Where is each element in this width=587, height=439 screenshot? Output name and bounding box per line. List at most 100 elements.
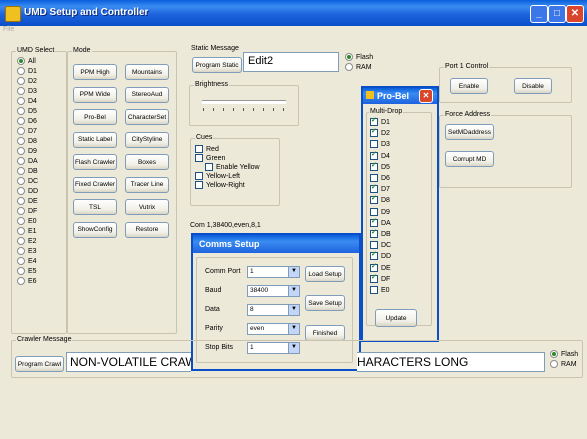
- mode-button-characterset[interactable]: CharacterSet: [125, 109, 169, 125]
- mode-button-pro-bel[interactable]: Pro-Bel: [73, 109, 117, 125]
- umd-radio-all[interactable]: All: [17, 57, 36, 67]
- update-button[interactable]: Update: [375, 309, 417, 327]
- umd-radio-d1[interactable]: D1: [17, 67, 37, 77]
- umd-radio-e6[interactable]: E6: [17, 277, 37, 287]
- probel-d7-checkbox[interactable]: D7: [370, 183, 390, 194]
- corrupt-md-button[interactable]: Corrupt MD: [445, 151, 494, 167]
- umd-radio-e5[interactable]: E5: [17, 267, 37, 277]
- umd-radio-d7[interactable]: D7: [17, 127, 37, 137]
- cue-yellow-left-checkbox[interactable]: Yellow-Left: [195, 172, 240, 181]
- umd-radio-d5[interactable]: D5: [17, 107, 37, 117]
- crawler-message-field-left[interactable]: NON-VOLATILE CRAW: [66, 352, 191, 372]
- checkbox-box: [370, 116, 378, 126]
- mode-button-flash-crawler[interactable]: Flash Crawler: [73, 154, 117, 170]
- save-setup-button[interactable]: Save Setup: [305, 295, 345, 311]
- minimize-icon[interactable]: _: [530, 5, 548, 23]
- mode-button-tsl[interactable]: TSL: [73, 199, 117, 215]
- probel-dd-checkbox[interactable]: DD: [370, 250, 391, 261]
- chevron-down-icon[interactable]: ▼: [288, 324, 299, 334]
- cue-green-checkbox[interactable]: Green: [195, 154, 225, 163]
- probel-dc-checkbox[interactable]: DC: [370, 241, 391, 250]
- checkbox-box: [195, 154, 203, 162]
- cue-red-checkbox[interactable]: Red: [195, 145, 219, 154]
- comms-data-select[interactable]: 8 ▼: [247, 304, 300, 316]
- crawler-flash-radio[interactable]: Flash: [550, 350, 578, 360]
- comms-parity-select[interactable]: even ▼: [247, 323, 300, 335]
- chevron-down-icon[interactable]: ▼: [288, 305, 299, 315]
- mode-button-mountains[interactable]: Mountains: [125, 64, 169, 80]
- comms-baud-select[interactable]: 38400 ▼: [247, 285, 300, 297]
- umd-radio-d4[interactable]: D4: [17, 97, 37, 107]
- menu-file[interactable]: File: [3, 26, 14, 33]
- probel-e0-checkbox[interactable]: E0: [370, 286, 390, 295]
- probel-d6-checkbox[interactable]: D6: [370, 174, 390, 183]
- brightness-slider[interactable]: [202, 100, 286, 104]
- probel-d2-checkbox[interactable]: D2: [370, 127, 390, 138]
- program-static-button[interactable]: Program Static: [192, 57, 242, 73]
- set-md-address-button[interactable]: SetMDaddress: [445, 124, 494, 140]
- comms-baud-label: Baud: [205, 287, 222, 294]
- close-icon[interactable]: ✕: [566, 5, 584, 23]
- umd-radio-df[interactable]: DF: [17, 207, 37, 217]
- static-message-field[interactable]: Edit2: [243, 52, 339, 72]
- probel-db-checkbox[interactable]: DB: [370, 228, 391, 239]
- static-flash-radio[interactable]: Flash: [345, 53, 373, 63]
- comms-title: Comms Setup: [199, 239, 260, 249]
- umd-radio-dc[interactable]: DC: [17, 177, 38, 187]
- probel-da-checkbox[interactable]: DA: [370, 217, 391, 228]
- finished-button[interactable]: Finished: [305, 325, 345, 341]
- probel-d8-checkbox[interactable]: D8: [370, 194, 390, 205]
- chevron-down-icon[interactable]: ▼: [288, 267, 299, 277]
- static-ram-radio[interactable]: RAM: [345, 63, 372, 73]
- umd-radio-d6[interactable]: D6: [17, 117, 37, 127]
- umd-radio-d9[interactable]: D9: [17, 147, 37, 157]
- comms-comm-port-select[interactable]: 1 ▼: [247, 266, 300, 278]
- umd-radio-d3[interactable]: D3: [17, 87, 37, 97]
- cue-enable-yellow-checkbox[interactable]: Enable Yellow: [205, 163, 260, 172]
- umd-radio-da[interactable]: DA: [17, 157, 38, 167]
- program-crawl-button[interactable]: Program Crawl: [15, 356, 64, 372]
- umd-radio-e0[interactable]: E0: [17, 217, 37, 227]
- mode-button-fixed-crawler[interactable]: Fixed Crawler: [73, 176, 117, 193]
- chevron-down-icon[interactable]: ▼: [288, 286, 299, 296]
- cue-yellow-right-checkbox[interactable]: Yellow-Right: [195, 181, 245, 190]
- umd-radio-d2[interactable]: D2: [17, 77, 37, 87]
- umd-radio-de[interactable]: DE: [17, 197, 38, 207]
- umd-radio-db[interactable]: DB: [17, 167, 38, 177]
- probel-d9-checkbox[interactable]: D9: [370, 207, 390, 217]
- disable-button[interactable]: Disable: [514, 78, 552, 94]
- probel-d5-checkbox[interactable]: D5: [370, 161, 390, 172]
- crawler-ram-radio[interactable]: RAM: [550, 360, 577, 370]
- checkbox-label: D2: [381, 130, 390, 138]
- mode-button-ppm-wide[interactable]: PPM Wide: [73, 86, 117, 103]
- mode-button-citystyline[interactable]: CityStyline: [125, 131, 169, 148]
- probel-d4-checkbox[interactable]: D4: [370, 150, 390, 161]
- probel-de-checkbox[interactable]: DE: [370, 262, 391, 273]
- mode-button-tracer-line[interactable]: Tracer Line: [125, 176, 169, 193]
- mode-button-static-label[interactable]: Static Label: [73, 131, 117, 148]
- maximize-icon[interactable]: □: [548, 5, 566, 23]
- select-value: 1: [250, 268, 254, 275]
- umd-radio-dot: [17, 127, 25, 135]
- umd-radio-e2[interactable]: E2: [17, 237, 37, 247]
- mode-button-ppm-high[interactable]: PPM High: [73, 64, 117, 80]
- umd-radio-e1[interactable]: E1: [17, 227, 37, 237]
- umd-radio-d8[interactable]: D8: [17, 137, 37, 147]
- mode-button-restore[interactable]: Restore: [125, 221, 169, 238]
- umd-radio-dd[interactable]: DD: [17, 187, 38, 197]
- checkbox-label: D5: [381, 163, 390, 171]
- mode-button-boxes[interactable]: Boxes: [125, 154, 169, 170]
- umd-radio-e3[interactable]: E3: [17, 247, 37, 257]
- enable-button[interactable]: Enable: [450, 78, 488, 94]
- probel-d3-checkbox[interactable]: D3: [370, 140, 390, 149]
- probel-d1-checkbox[interactable]: D1: [370, 116, 390, 127]
- mode-button-showconfig[interactable]: ShowConfig: [73, 221, 117, 238]
- probel-close-icon[interactable]: ✕: [419, 89, 433, 103]
- load-setup-button[interactable]: Load Setup: [305, 266, 345, 282]
- crawler-message-field-right[interactable]: HARACTERS LONG: [357, 352, 545, 372]
- umd-radio-e4[interactable]: E4: [17, 257, 37, 267]
- probel-df-checkbox[interactable]: DF: [370, 273, 390, 284]
- checkbox-label: D8: [381, 197, 390, 205]
- mode-button-vutrix[interactable]: Vutrix: [125, 199, 169, 215]
- mode-button-stereoaud[interactable]: StereoAud: [125, 86, 169, 103]
